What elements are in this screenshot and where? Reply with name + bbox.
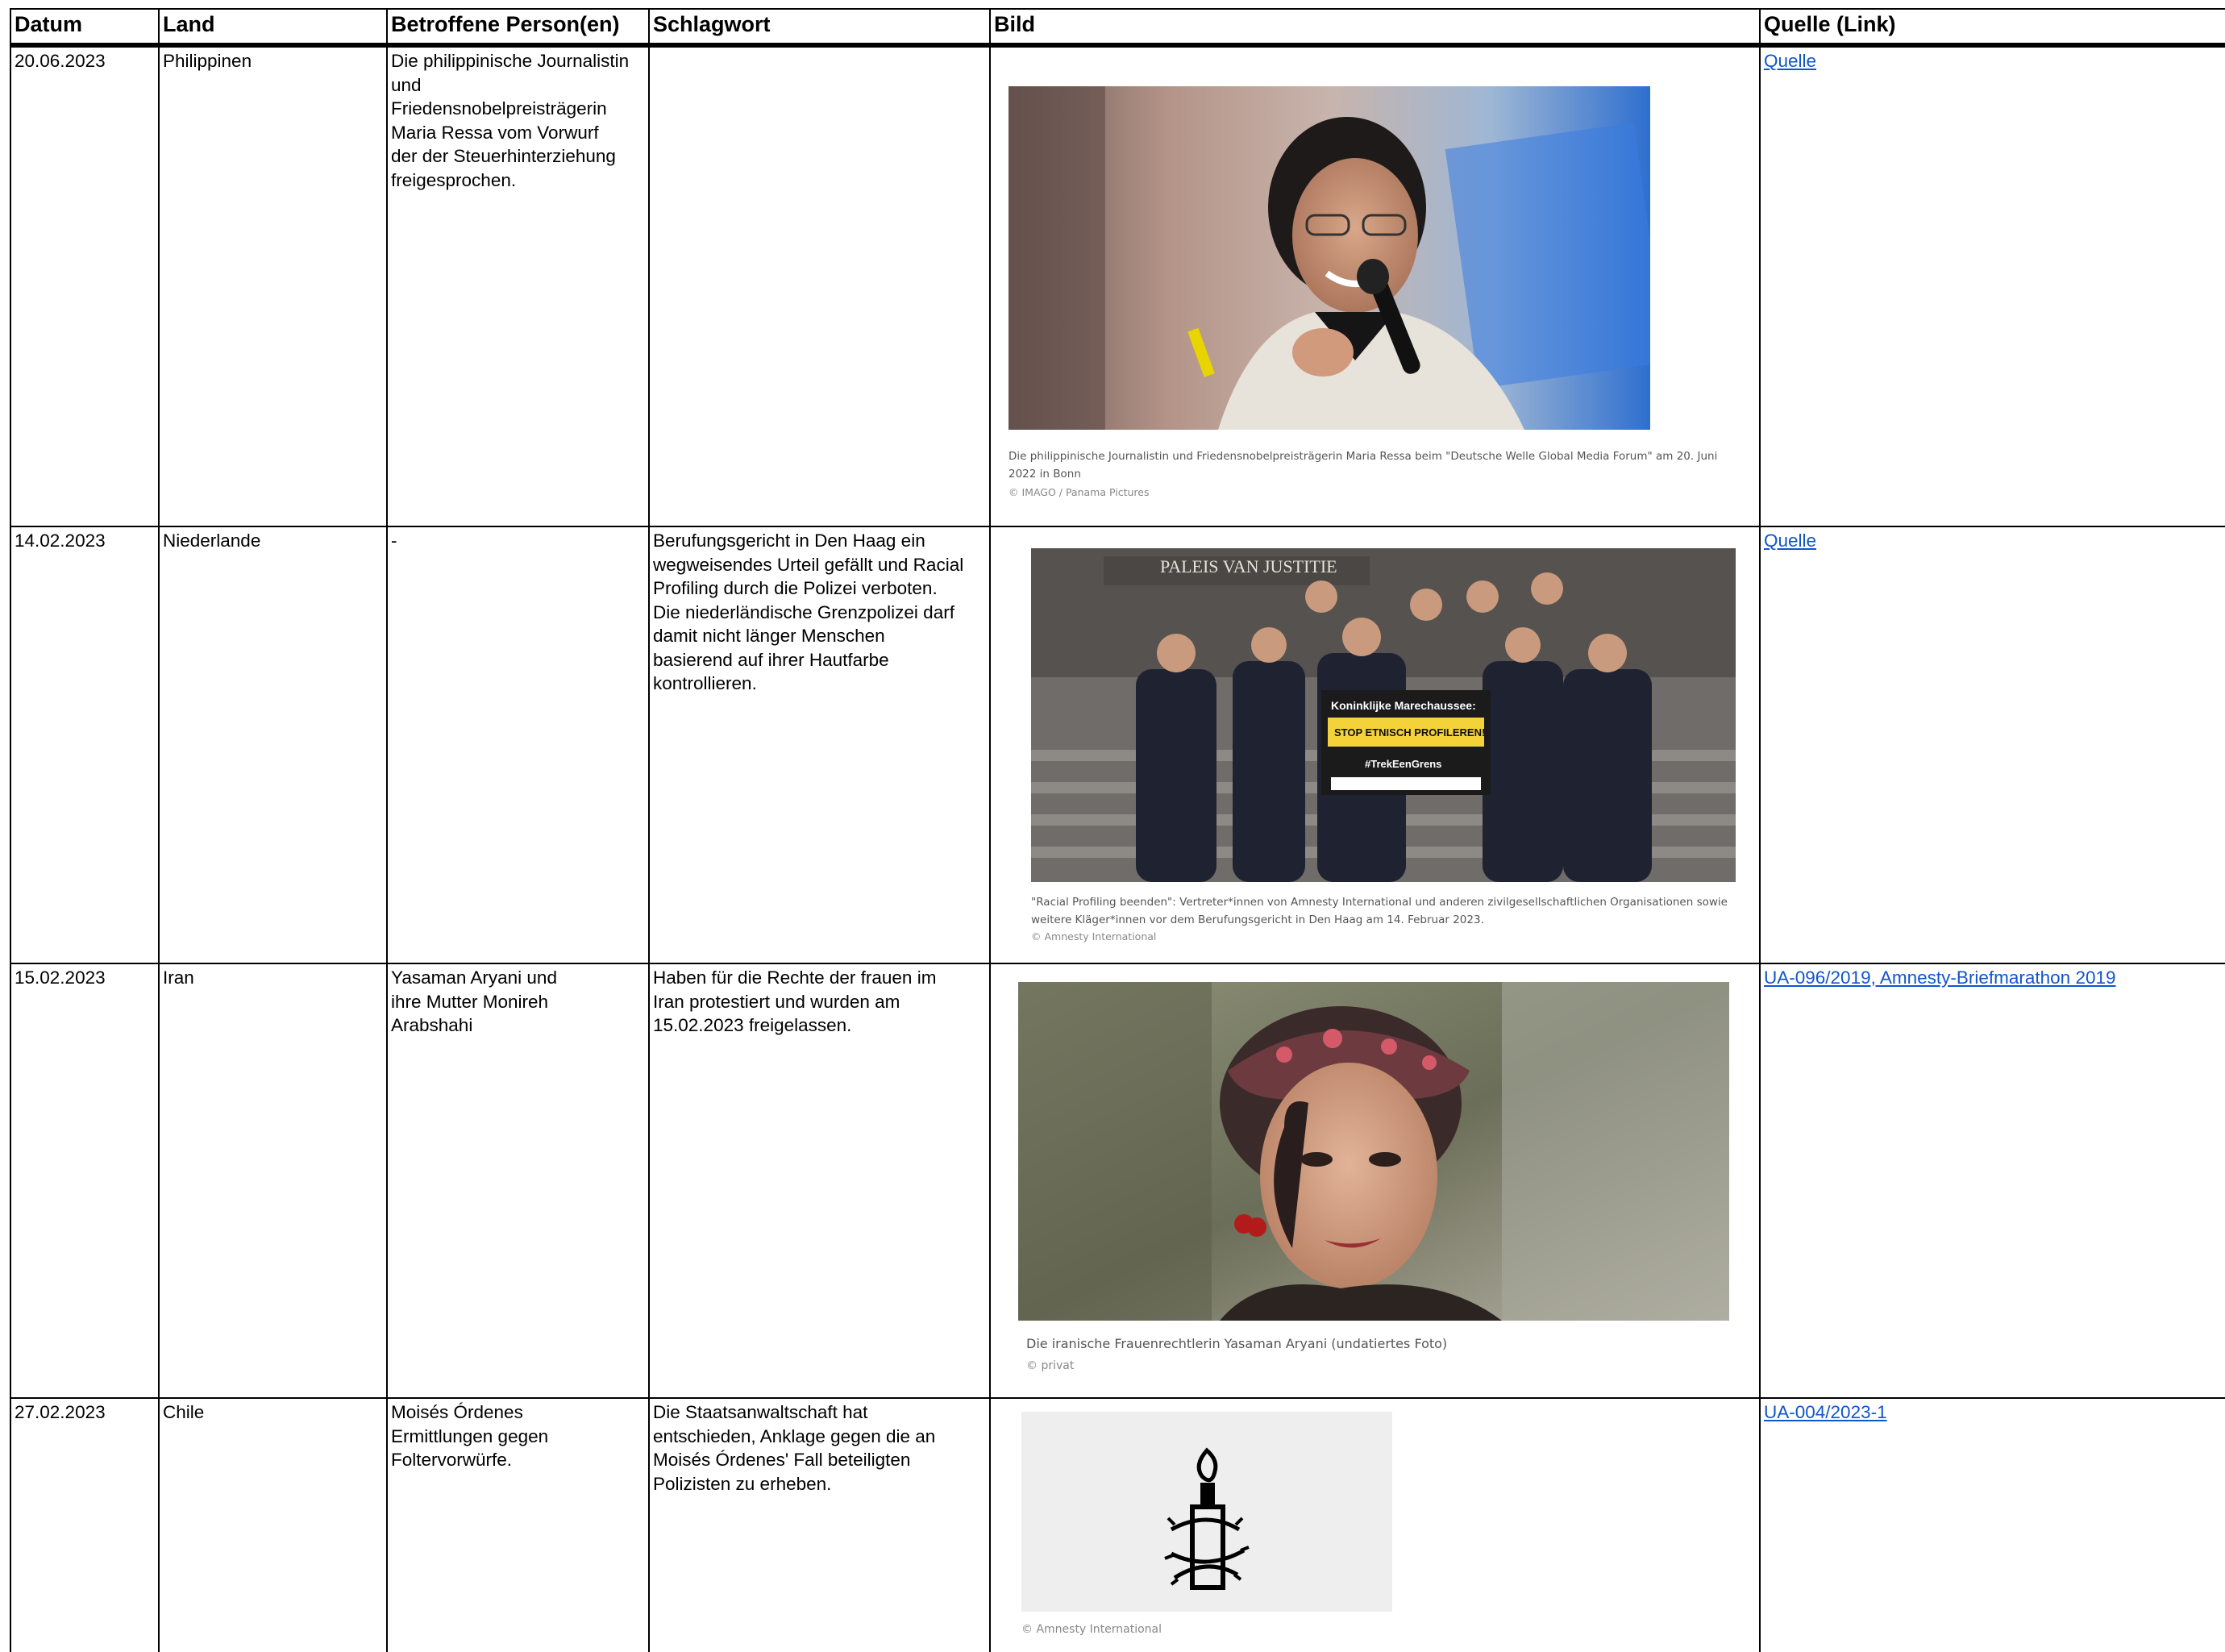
image-credit: © IMAGO / Panama Pictures [1009, 485, 1150, 498]
data-table: Datum Land Betroffene Person(en) Schlagw… [10, 8, 2225, 1652]
cell-datum[interactable]: 14.02.2023 [10, 526, 160, 964]
source-link[interactable]: Quelle [1764, 51, 1816, 71]
source-link[interactable]: UA-096/2019, Amnesty-Briefmarathon 2019 [1764, 967, 2116, 988]
table-row: 20.06.2023 Philippinen Die philippinisch… [10, 44, 2225, 527]
image-caption: Die iranische Frauenrechtlerin Yasaman A… [1026, 1335, 1448, 1351]
photo-court-group: PALEIS VAN JUSTITIE Koninklijke Marechau… [1031, 548, 1736, 882]
source-link[interactable]: Quelle [1764, 531, 1816, 551]
cell-bild[interactable]: © Amnesty International [989, 1397, 1761, 1652]
cell-schlagwort[interactable]: Haben für die Rechte der frauen im Iran … [648, 963, 991, 1399]
photo-maria-ressa [1009, 86, 1668, 430]
amnesty-logo-tile [1021, 1412, 1392, 1612]
cell-bild[interactable]: PALEIS VAN JUSTITIE Koninklijke Marechau… [989, 526, 1761, 964]
image-card: Die iranische Frauenrechtlerin Yasaman A… [1018, 982, 1756, 1374]
cell-schlagwort[interactable]: Die Staatsanwaltschaft hat entschieden, … [648, 1397, 991, 1652]
image-card: PALEIS VAN JUSTITIE Koninklijke Marechau… [1031, 548, 1756, 945]
cell-quelle: UA-004/2023-1 [1759, 1397, 2225, 1652]
column-header-quelle[interactable]: Quelle (Link) [1759, 8, 2225, 48]
cell-land[interactable]: Niederlande [158, 526, 388, 964]
image-caption: "Racial Profiling beenden": Vertreter*in… [1031, 895, 1728, 926]
cell-quelle: UA-096/2019, Amnesty-Briefmarathon 2019 [1759, 963, 2225, 1399]
column-header-personen[interactable]: Betroffene Person(en) [386, 8, 650, 48]
candle-barbed-wire-icon [1164, 1447, 1250, 1590]
table-row: 14.02.2023 Niederlande - Berufungsgerich… [10, 526, 2225, 964]
source-link[interactable]: UA-004/2023-1 [1764, 1402, 1887, 1422]
header-row: Datum Land Betroffene Person(en) Schlagw… [10, 8, 2225, 48]
image-credit: © Amnesty International [1021, 1623, 1162, 1636]
image-card: Die philippinische Journalistin und Frie… [1009, 86, 1756, 501]
cell-land[interactable]: Chile [158, 1397, 388, 1652]
cell-schlagwort[interactable] [648, 44, 991, 527]
building-sign: PALEIS VAN JUSTITIE [1160, 556, 1337, 576]
image-caption: Die philippinische Journalistin und Frie… [1009, 449, 1718, 481]
cell-quelle: Quelle [1759, 526, 2225, 964]
cell-bild[interactable]: Die philippinische Journalistin und Frie… [989, 44, 1761, 527]
table-row: 15.02.2023 Iran Yasaman Aryani und ihre … [10, 963, 2225, 1399]
cell-bild[interactable]: Die iranische Frauenrechtlerin Yasaman A… [989, 963, 1761, 1399]
photo-yasaman-aryani [1018, 982, 1729, 1321]
table-row: 27.02.2023 Chile Moisés Órdenes Ermittlu… [10, 1397, 2225, 1652]
cell-personen[interactable]: - [386, 526, 650, 964]
cell-personen[interactable]: Die philippinische Journalistin und Frie… [386, 44, 650, 527]
column-header-schlagwort[interactable]: Schlagwort [648, 8, 991, 48]
cell-personen[interactable]: Yasaman Aryani und ihre Mutter Monireh A… [386, 963, 650, 1399]
image-card: © Amnesty International [1021, 1412, 1756, 1637]
spreadsheet: Datum Land Betroffene Person(en) Schlagw… [0, 0, 2225, 1652]
banner-line-3: #TrekEenGrens [1365, 758, 1441, 770]
column-header-bild[interactable]: Bild [989, 8, 1761, 48]
cell-land[interactable]: Iran [158, 963, 388, 1399]
cell-datum[interactable]: 27.02.2023 [10, 1397, 160, 1652]
column-header-datum[interactable]: Datum [10, 8, 160, 48]
cell-quelle: Quelle [1759, 44, 2225, 527]
cell-land[interactable]: Philippinen [158, 44, 388, 527]
banner-line-2: STOP ETNISCH PROFILEREN! [1334, 726, 1485, 739]
column-header-land[interactable]: Land [158, 8, 388, 48]
cell-datum[interactable]: 15.02.2023 [10, 963, 160, 1399]
cell-schlagwort[interactable]: Berufungsgericht in Den Haag ein wegweis… [648, 526, 991, 964]
cell-personen[interactable]: Moisés Órdenes Ermittlungen gegen Folter… [386, 1397, 650, 1652]
image-credit: © Amnesty International [1031, 930, 1157, 943]
banner-line-1: Koninklijke Marechaussee: [1331, 699, 1476, 712]
image-credit: © privat [1026, 1359, 1075, 1372]
cell-datum[interactable]: 20.06.2023 [10, 44, 160, 527]
